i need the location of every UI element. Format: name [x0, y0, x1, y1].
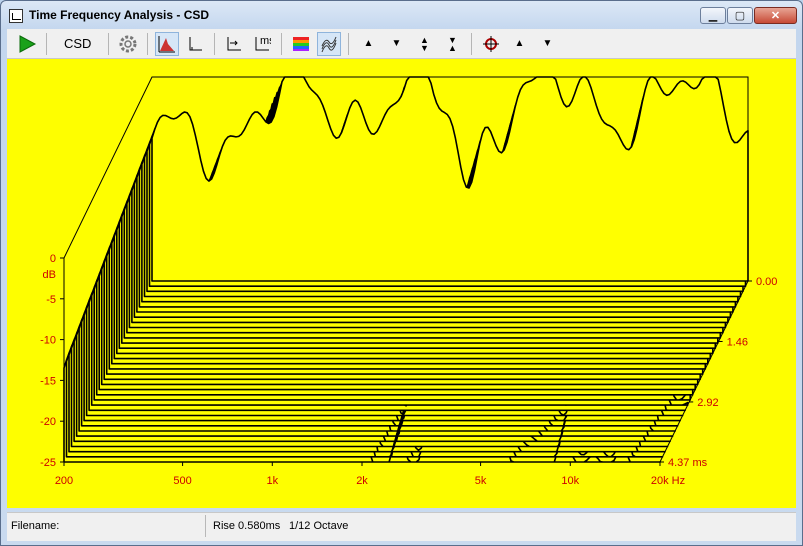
surface-icon: [321, 36, 337, 52]
y-axis: 0 -5 -10 -15 -20 -25 dB: [40, 253, 64, 469]
maximize-icon: ▢: [734, 10, 746, 22]
x-tick-label: 1k: [266, 475, 278, 487]
shift-up-button[interactable]: ▲: [356, 32, 380, 56]
t-tick-label: 2.92: [697, 397, 718, 409]
axis-view-icon: [189, 36, 203, 50]
down-arrow-icon: ▼: [391, 38, 402, 49]
expand-button[interactable]: ▲ ▼: [412, 32, 436, 56]
up-arrow-icon: ▲: [514, 38, 525, 49]
expand-icon: ▲ ▼: [419, 34, 429, 53]
x-tick-label: 10k: [561, 475, 579, 487]
color-map-button[interactable]: [289, 32, 313, 56]
time-scale-icon: ms: [255, 35, 271, 50]
y-tick-label: 0: [50, 253, 56, 265]
cursor-down-button[interactable]: ▼: [535, 32, 559, 56]
x-tick-label: 200: [55, 475, 73, 487]
play-icon: [19, 34, 37, 53]
svg-text:ms: ms: [260, 35, 271, 47]
cursor-button[interactable]: [479, 32, 503, 56]
y-tick-label: -15: [40, 375, 56, 387]
x-tick-label: 20k Hz: [651, 475, 685, 487]
waterfall-view-button[interactable]: [155, 31, 180, 56]
title-bar[interactable]: Time Frequency Analysis - CSD ▁ ▢ ✕: [1, 1, 802, 29]
t-tick-label: 4.37 ms: [668, 457, 708, 469]
axis-scale-button[interactable]: [222, 32, 246, 56]
up-arrow-icon: ▲: [363, 38, 374, 49]
waterfall-chart[interactable]: 0-5-10-15-20-25dB 200 500 1k 2k 5k 10k 20k Hz …: [7, 59, 796, 508]
time-scale-button[interactable]: ms: [250, 32, 274, 56]
x-tick-label: 2k: [356, 475, 368, 487]
shift-down-button[interactable]: ▼: [384, 32, 408, 56]
window-title: Time Frequency Analysis - CSD: [29, 8, 210, 22]
x-axis: 200 500 1k 2k 5k 10k 20k Hz: [55, 462, 685, 487]
play-button[interactable]: [15, 32, 39, 56]
status-bar: Filename: Rise 0.580ms 1/12 Octave: [7, 512, 796, 541]
down-arrow-icon: ▼: [542, 38, 553, 49]
app-window: Time Frequency Analysis - CSD ▁ ▢ ✕ CSD …: [0, 0, 803, 546]
minimize-button[interactable]: ▁: [700, 7, 726, 24]
compress-button[interactable]: ▼ ▲: [440, 32, 464, 56]
y-tick-label: -25: [40, 457, 56, 469]
toolbar: CSD ms ▲ ▼ ▲▼ ▼▲: [7, 29, 796, 59]
app-icon: [9, 9, 23, 23]
filename-label: Filename:: [11, 520, 60, 532]
y-tick-label: -10: [40, 335, 56, 347]
axis-scale-icon: [227, 36, 242, 50]
waterfall-view-icon: [158, 35, 176, 52]
smoothing-octave: 1/12 Octave: [289, 520, 349, 532]
x-tick-label: 500: [173, 475, 191, 487]
y-tick-label: -20: [40, 416, 56, 428]
t-tick-label: 0.00: [756, 276, 777, 288]
csd-button[interactable]: CSD: [54, 32, 101, 56]
x-tick-label: 5k: [475, 475, 487, 487]
minimize-icon: ▁: [708, 10, 718, 22]
close-icon: ✕: [770, 10, 781, 22]
y-tick-label: -5: [46, 294, 56, 306]
y-unit-label: dB: [43, 269, 56, 281]
settings-button[interactable]: [116, 32, 140, 56]
waterfall-curves: [63, 76, 749, 463]
cursor-up-button[interactable]: ▲: [507, 32, 531, 56]
t-tick-label: 1.46: [727, 336, 748, 348]
maximize-button[interactable]: ▢: [727, 7, 753, 24]
crosshair-icon: [483, 35, 500, 52]
axis-view-button[interactable]: [183, 32, 207, 56]
color-map-icon: [293, 36, 310, 51]
csd-plot[interactable]: 0 -5 -10 -15 -20 -25 dB 200 500 1k 2k 5k 10k 20k Hz …: [7, 59, 796, 508]
gear-icon: [119, 35, 137, 52]
rise-time: Rise 0.580ms: [213, 520, 281, 532]
close-button[interactable]: ✕: [754, 7, 797, 24]
waterfall-slice: [151, 76, 749, 282]
surface-button[interactable]: [317, 31, 342, 56]
compress-icon: ▼ ▲: [447, 34, 457, 53]
